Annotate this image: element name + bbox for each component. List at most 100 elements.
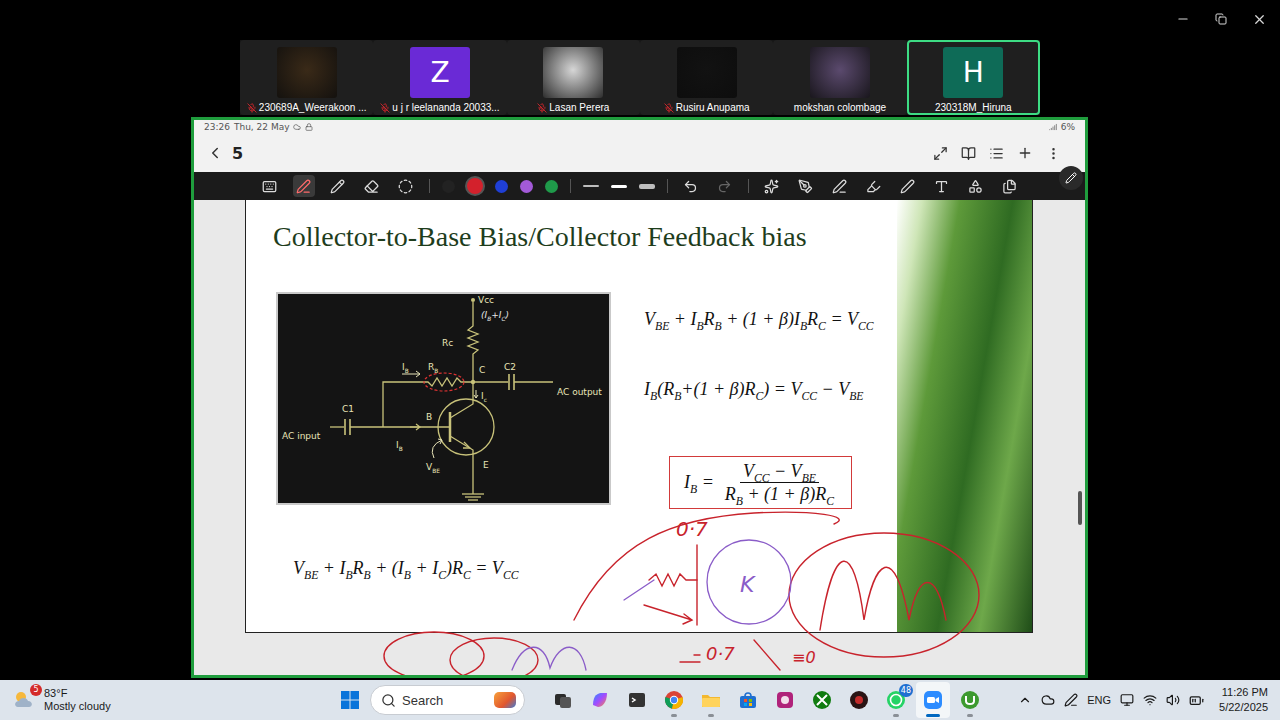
tool-button[interactable] xyxy=(829,175,851,197)
tool-button[interactable] xyxy=(293,175,315,197)
fill-pen-icon xyxy=(798,179,813,194)
taskbar-app[interactable] xyxy=(657,682,691,718)
taskbar-app[interactable] xyxy=(583,682,617,718)
taskbar: 583°FMostly cloudy Search 48 ENG 11:26 PM5/2… xyxy=(0,680,1280,720)
running-indicator xyxy=(893,714,899,717)
numerator: VCC − VBE xyxy=(740,460,819,483)
shapes-icon xyxy=(968,179,983,194)
book-icon[interactable] xyxy=(961,146,976,161)
taskbar-app[interactable] xyxy=(694,682,728,718)
taskbar-app[interactable] xyxy=(805,682,839,718)
wifi-icon[interactable] xyxy=(1143,693,1157,707)
taskbar-app[interactable] xyxy=(731,682,765,718)
list-icon[interactable] xyxy=(989,146,1004,161)
tool-button[interactable] xyxy=(863,175,885,197)
participant-tile[interactable]: mokshan colombage xyxy=(773,40,906,115)
back-icon[interactable] xyxy=(206,144,224,162)
note-canvas[interactable]: Collector-to-Base Bias/Collector Feedbac… xyxy=(194,200,1085,675)
participant-tile[interactable]: Lasan Perera xyxy=(507,40,640,115)
taskbar-app[interactable] xyxy=(842,682,876,718)
color-swatch[interactable] xyxy=(467,178,483,194)
taskbar-app[interactable] xyxy=(620,682,654,718)
color-swatch[interactable] xyxy=(442,180,455,193)
minimize-button[interactable] xyxy=(1164,0,1202,38)
fraction: VCC − VBERB + (1 + β)RC xyxy=(722,460,837,505)
tool-button[interactable] xyxy=(795,175,817,197)
tool-button[interactable] xyxy=(897,175,919,197)
scrollbar-thumb[interactable] xyxy=(1078,491,1082,525)
clock-date: 5/22/2025 xyxy=(1219,700,1268,715)
stroke-width[interactable] xyxy=(639,184,655,189)
taskbar-app[interactable] xyxy=(916,682,950,718)
circuit-label-text: IB xyxy=(402,362,409,372)
undo-button[interactable] xyxy=(680,175,702,197)
tool-button[interactable] xyxy=(361,175,383,197)
running-indicator xyxy=(967,714,973,717)
expand-icon[interactable] xyxy=(933,146,948,161)
participant-tile[interactable]: Rusiru Anupama xyxy=(640,40,773,115)
participant-tile[interactable]: H230318M_Hiruna xyxy=(907,40,1040,115)
tool-button[interactable] xyxy=(327,175,349,197)
darkapp-icon xyxy=(848,689,870,711)
chevron-up-icon[interactable] xyxy=(1018,693,1032,707)
handwritten-note: 0·7 xyxy=(676,517,708,541)
circuit-label-text: VBE xyxy=(426,462,440,472)
circuit-label-text: C xyxy=(479,365,485,375)
participant-tile[interactable]: 230689A_Weerakoon ... xyxy=(240,40,373,115)
denominator: RB + (1 + β)RC xyxy=(722,483,837,505)
battery-icon[interactable] xyxy=(1189,693,1204,708)
taskbar-app[interactable] xyxy=(953,682,987,718)
language-indicator[interactable]: ENG xyxy=(1087,694,1111,706)
equation: VBE + IBRB + (1 + β)IBRC = VCC xyxy=(644,307,874,331)
more-icon[interactable] xyxy=(1046,146,1061,161)
close-button[interactable] xyxy=(1240,0,1278,38)
shared-screen: 23:26Thu, 22 May6%5Collector-to-Base Bia… xyxy=(191,117,1088,678)
note-header: 5 xyxy=(194,134,1085,172)
color-swatch[interactable] xyxy=(495,180,508,193)
taskbar-app[interactable] xyxy=(768,682,802,718)
running-indicator xyxy=(671,714,677,717)
circuit-label-text: C1 xyxy=(342,404,354,414)
taskview-icon xyxy=(552,689,574,711)
minimize-icon xyxy=(1176,12,1190,26)
stroke-width[interactable] xyxy=(611,185,627,188)
plus-icon[interactable] xyxy=(1017,145,1033,161)
circuit-label-text: AC input xyxy=(282,431,320,441)
circuit-label: VBE xyxy=(426,462,440,473)
handwritten-note: ≡0 xyxy=(792,648,816,667)
weather-widget[interactable]: 583°FMostly cloudy xyxy=(0,687,333,713)
pen-icon[interactable] xyxy=(1064,693,1078,707)
close-icon xyxy=(1252,12,1267,27)
search-icon xyxy=(381,693,396,708)
taskbar-app[interactable]: 48 xyxy=(879,682,913,718)
stroke-width[interactable] xyxy=(583,185,599,187)
pencil-icon xyxy=(330,179,345,194)
floating-pen-button[interactable] xyxy=(1059,166,1083,190)
volume-icon[interactable] xyxy=(1166,693,1180,707)
redo-button[interactable] xyxy=(714,175,736,197)
color-swatch[interactable] xyxy=(545,180,558,193)
taskbar-apps: Search 48 xyxy=(333,682,987,718)
start-button[interactable] xyxy=(333,682,367,718)
tool-button[interactable] xyxy=(259,175,281,197)
clock[interactable]: 11:26 PM5/22/2025 xyxy=(1219,685,1268,715)
eraser-icon xyxy=(364,179,379,194)
toolbar-separator xyxy=(570,179,571,193)
display-icon[interactable] xyxy=(1120,693,1134,707)
tool-button[interactable] xyxy=(761,175,783,197)
color-swatch[interactable] xyxy=(520,180,533,193)
tool-button[interactable] xyxy=(965,175,987,197)
circuit-label: B xyxy=(426,412,432,423)
tool-button[interactable] xyxy=(931,175,953,197)
participant-tile[interactable]: Zu j r leelananda 20033... xyxy=(373,40,506,115)
tool-button[interactable] xyxy=(395,175,417,197)
tool-button[interactable] xyxy=(999,175,1021,197)
muted-mic-icon xyxy=(380,103,390,113)
restore-button[interactable] xyxy=(1202,0,1240,38)
taskbar-search[interactable]: Search xyxy=(370,685,525,715)
status-date: Thu, 22 May xyxy=(234,122,290,132)
onedrive-icon[interactable] xyxy=(1041,693,1055,707)
taskbar-app[interactable] xyxy=(546,682,580,718)
drawing-toolbar xyxy=(194,172,1085,200)
app-badge: 48 xyxy=(899,684,913,697)
